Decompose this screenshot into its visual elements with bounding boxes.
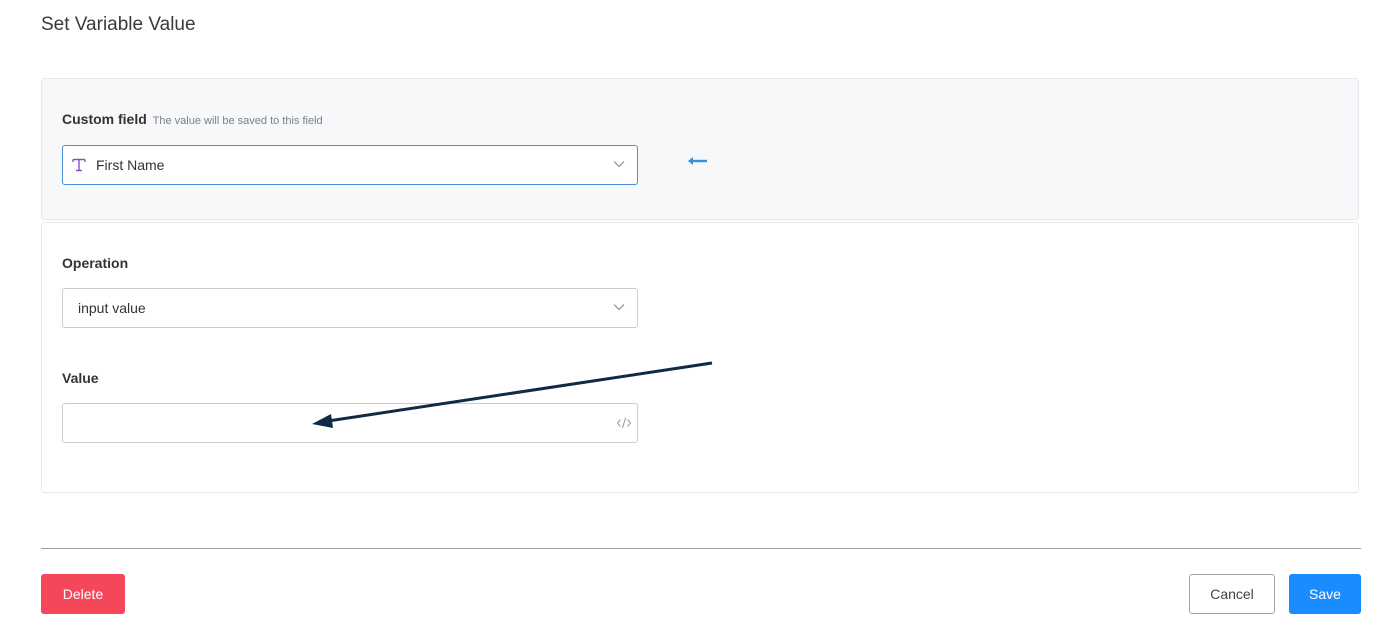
footer-divider (41, 548, 1361, 549)
value-input[interactable] (62, 403, 638, 443)
page-title: Set Variable Value (41, 14, 196, 35)
custom-field-label: Custom field The value will be saved to … (62, 111, 323, 127)
save-button[interactable]: Save (1289, 574, 1361, 614)
operation-select[interactable]: input value (62, 288, 638, 328)
code-icon[interactable] (616, 416, 632, 430)
text-type-icon (72, 158, 86, 172)
delete-button[interactable]: Delete (41, 574, 125, 614)
chevron-down-icon (613, 304, 625, 311)
custom-field-select[interactable]: First Name (62, 145, 638, 185)
custom-field-label-text: Custom field (62, 111, 147, 127)
value-label: Value (62, 370, 99, 386)
operation-selected: input value (78, 300, 146, 316)
custom-field-hint: The value will be saved to this field (152, 115, 323, 127)
custom-field-panel: Custom field The value will be saved to … (41, 78, 1359, 220)
chevron-down-icon (613, 161, 625, 168)
custom-field-selected: First Name (96, 157, 165, 173)
operation-panel: Operation input value Value (41, 222, 1359, 493)
cancel-button[interactable]: Cancel (1189, 574, 1275, 614)
operation-label: Operation (62, 255, 129, 271)
arrow-left-icon (688, 157, 707, 165)
